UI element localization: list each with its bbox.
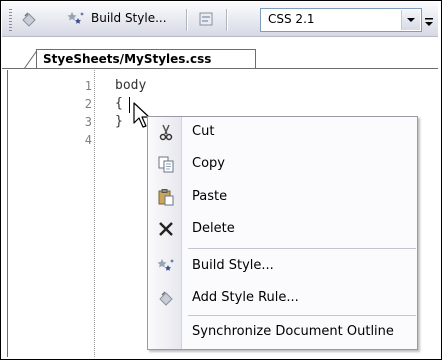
text-caret [129, 97, 130, 113]
menu-item-synchronize-document-outline[interactable]: Synchronize Document Outline [148, 317, 417, 347]
add-style-rule-icon [159, 291, 173, 306]
menu-item-label: Build Style... [192, 258, 274, 273]
paste-icon [158, 189, 174, 206]
menu-item-label: Synchronize Document Outline [192, 324, 394, 339]
menu-item-add-style-rule[interactable]: Add Style Rule... [148, 283, 417, 313]
menu-item-label: Cut [192, 124, 215, 139]
copy-icon [158, 156, 174, 173]
build-style-icon [157, 259, 174, 271]
code-line[interactable]: body [115, 78, 146, 93]
chevron-down-icon[interactable] [401, 10, 420, 30]
style-application-icon[interactable] [198, 10, 216, 28]
line-number: 3 [84, 115, 92, 129]
style-toolbar: Build Style... CSS 2.1 [2, 2, 438, 37]
menu-item-delete[interactable]: Delete [148, 214, 417, 244]
toolbar-overflow-icon[interactable] [423, 12, 435, 28]
gutter-divider [94, 70, 95, 357]
menu-item-label: Add Style Rule... [192, 290, 299, 305]
line-number: 4 [84, 133, 92, 147]
build-style-icon[interactable] [67, 10, 85, 28]
tab-label: StyeSheets/MyStyles.css [43, 52, 212, 66]
menu-item-label: Paste [192, 189, 228, 204]
menu-separator [188, 248, 416, 249]
code-line[interactable]: } [115, 114, 123, 129]
code-line[interactable]: { [115, 96, 123, 111]
line-number: 1 [84, 79, 92, 93]
build-style-button[interactable]: Build Style... [91, 11, 167, 25]
menu-item-build-style[interactable]: Build Style... [148, 251, 417, 281]
toolbar-separator [226, 9, 227, 31]
delete-x-icon [159, 222, 173, 236]
scissors-icon [159, 124, 173, 141]
menu-item-label: Copy [192, 156, 225, 171]
add-style-rule-icon[interactable] [20, 10, 38, 28]
context-menu: Cut Copy Paste Delete Build Style... Add… [147, 116, 418, 350]
editor-left-border [7, 70, 8, 357]
toolbar-grip[interactable] [9, 9, 12, 31]
menu-item-cut[interactable]: Cut [148, 117, 417, 147]
toolbar-separator [186, 9, 187, 31]
menu-item-label: Delete [192, 221, 235, 236]
tab-mystyles-css[interactable]: StyeSheets/MyStyles.css [36, 49, 256, 69]
css-version-value: CSS 2.1 [268, 12, 315, 26]
css-version-select[interactable]: CSS 2.1 [260, 8, 422, 32]
line-number: 2 [84, 97, 92, 111]
menu-item-paste[interactable]: Paste [148, 182, 417, 212]
menu-item-copy[interactable]: Copy [148, 149, 417, 179]
menu-separator [188, 315, 416, 316]
